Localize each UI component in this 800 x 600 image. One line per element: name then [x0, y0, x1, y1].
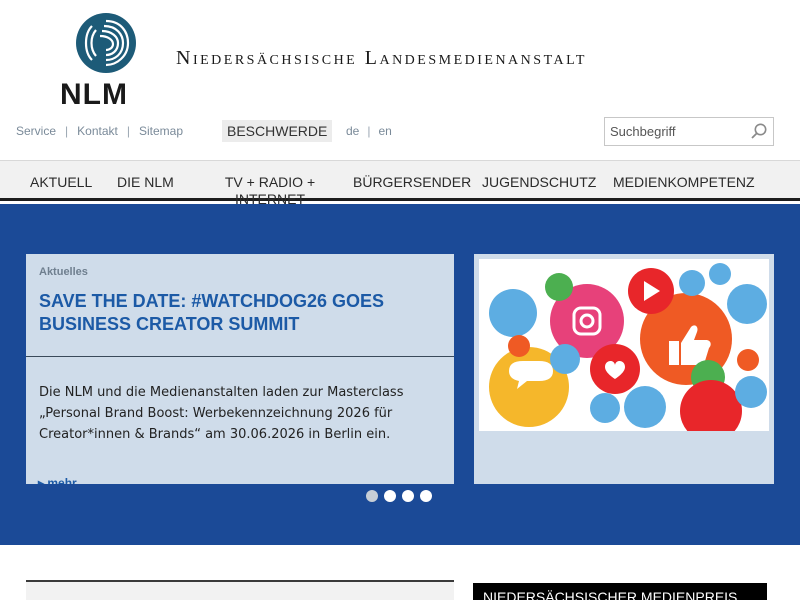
news-text: Die NLM und die Medienanstalten laden zu… — [39, 385, 404, 442]
more-link[interactable]: ▸ mehr — [38, 476, 77, 484]
utility-links: Service | Kontakt | Sitemap — [16, 124, 183, 138]
sitemap-link[interactable]: Sitemap — [139, 124, 183, 138]
separator: | — [65, 124, 69, 138]
slider-dot[interactable] — [366, 490, 378, 502]
site-title: Niedersächsische Landesmedienanstalt — [176, 47, 587, 69]
language-switcher: de | en — [346, 124, 392, 138]
nlm-logo-icon[interactable] — [75, 12, 137, 74]
nav-item-die-nlm[interactable]: DIE NLM — [117, 174, 174, 191]
teaser-image-card[interactable] — [474, 254, 774, 484]
media-award-label: NIEDERSÄCHSISCHER MEDIENPREIS — [483, 589, 738, 600]
page: NLM Niedersächsische Landesmedienanstalt… — [0, 0, 800, 600]
hero-slider: Aktuelles SAVE THE DATE: #WATCHDOG26 GOE… — [0, 204, 800, 545]
language-en[interactable]: en — [378, 124, 391, 138]
news-title[interactable]: SAVE THE DATE: #WATCHDOG26 GOES BUSINESS… — [39, 290, 444, 336]
language-de[interactable]: de — [346, 124, 359, 138]
slider-pagination — [366, 490, 432, 502]
nav-item-medienkompetenz[interactable]: MEDIENKOMPETENZ — [613, 174, 755, 191]
search-input[interactable] — [605, 118, 743, 145]
contact-link[interactable]: Kontakt — [77, 124, 118, 138]
main-nav: AKTUELL DIE NLM TV + RADIO + INTERNET BÜ… — [0, 160, 800, 207]
separator: | — [126, 124, 130, 138]
more-link-label: mehr — [47, 476, 77, 484]
nav-item-buergersender[interactable]: BÜRGERSENDER — [353, 174, 471, 191]
nav-item-jugendschutz[interactable]: JUGENDSCHUTZ — [482, 174, 596, 191]
media-award-banner[interactable]: NIEDERSÄCHSISCHER MEDIENPREIS — [473, 583, 767, 600]
search-icon[interactable] — [750, 122, 768, 140]
slider-dot[interactable] — [402, 490, 414, 502]
slider-dot[interactable] — [420, 490, 432, 502]
search-box — [604, 117, 774, 146]
divider — [26, 356, 454, 357]
slider-dot[interactable] — [384, 490, 396, 502]
content-box — [26, 580, 454, 600]
news-teaser[interactable]: Aktuelles SAVE THE DATE: #WATCHDOG26 GOE… — [26, 254, 454, 484]
social-media-illustration — [479, 259, 769, 431]
service-link[interactable]: Service — [16, 124, 56, 138]
arrow-right-icon: ▸ — [38, 476, 48, 484]
nav-item-tv-radio-internet[interactable]: TV + RADIO + INTERNET — [222, 174, 318, 208]
separator: | — [367, 124, 371, 138]
complaint-button[interactable]: BESCHWERDE — [222, 120, 333, 142]
logo-text[interactable]: NLM — [60, 78, 128, 112]
news-category: Aktuelles — [39, 266, 88, 278]
nav-item-aktuell[interactable]: AKTUELL — [30, 174, 92, 191]
